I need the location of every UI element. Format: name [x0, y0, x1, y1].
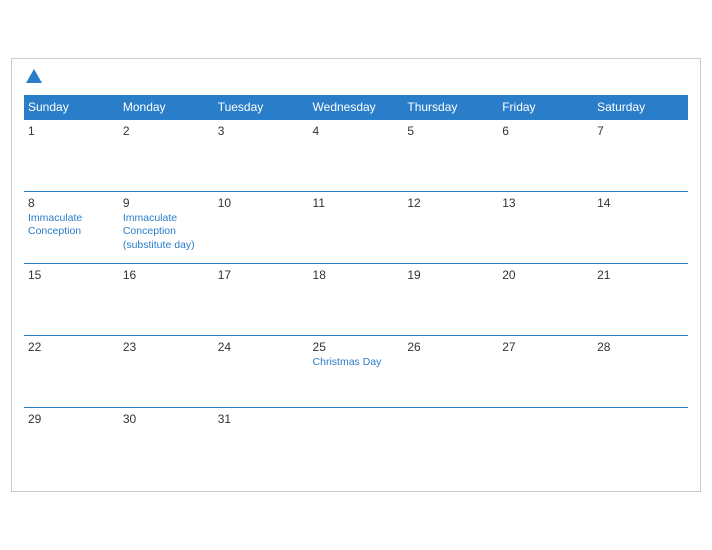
- day-number: 3: [218, 124, 305, 138]
- day-header-saturday: Saturday: [593, 95, 688, 120]
- day-number: 7: [597, 124, 684, 138]
- day-number: 13: [502, 196, 589, 210]
- day-number: 23: [123, 340, 210, 354]
- calendar-cell: 18: [309, 263, 404, 335]
- day-number: 12: [407, 196, 494, 210]
- calendar-cell: 10: [214, 191, 309, 263]
- calendar-cell: 13: [498, 191, 593, 263]
- calendar-cell: 7: [593, 119, 688, 191]
- calendar-cell: 16: [119, 263, 214, 335]
- day-number: 22: [28, 340, 115, 354]
- day-header-wednesday: Wednesday: [309, 95, 404, 120]
- calendar-container: SundayMondayTuesdayWednesdayThursdayFrid…: [11, 58, 701, 493]
- calendar-cell: 14: [593, 191, 688, 263]
- calendar-cell: 1: [24, 119, 119, 191]
- week-row-2: 8 Immaculate Conception 9 Immaculate Concep…: [24, 191, 688, 263]
- calendar-cell: 20: [498, 263, 593, 335]
- calendar-cell: [309, 407, 404, 479]
- calendar-cell: 11: [309, 191, 404, 263]
- day-number: 29: [28, 412, 115, 426]
- day-number: 11: [313, 196, 400, 210]
- logo: [24, 69, 42, 85]
- calendar-cell: 6: [498, 119, 593, 191]
- calendar-cell: 26: [403, 335, 498, 407]
- calendar-cell: 15: [24, 263, 119, 335]
- day-number: 15: [28, 268, 115, 282]
- day-header-sunday: Sunday: [24, 95, 119, 120]
- calendar-cell: 8 Immaculate Conception: [24, 191, 119, 263]
- holiday-label: Immaculate Conception (substitute day): [123, 212, 210, 253]
- day-number: 4: [313, 124, 400, 138]
- day-number: 5: [407, 124, 494, 138]
- day-number: 9: [123, 196, 210, 210]
- day-header-thursday: Thursday: [403, 95, 498, 120]
- calendar-cell: 30: [119, 407, 214, 479]
- calendar-cell: 9 Immaculate Conception (substitute day): [119, 191, 214, 263]
- week-row-3: 15 16 17 18 19 20 21: [24, 263, 688, 335]
- day-number: 10: [218, 196, 305, 210]
- calendar-cell: 28: [593, 335, 688, 407]
- day-header-friday: Friday: [498, 95, 593, 120]
- calendar-cell: 29: [24, 407, 119, 479]
- calendar-cell: [403, 407, 498, 479]
- calendar-cell: 22: [24, 335, 119, 407]
- day-number: 24: [218, 340, 305, 354]
- calendar-cell: 23: [119, 335, 214, 407]
- calendar-cell: 25 Christmas Day: [309, 335, 404, 407]
- day-header-monday: Monday: [119, 95, 214, 120]
- holiday-label: Christmas Day: [313, 356, 400, 370]
- day-number: 2: [123, 124, 210, 138]
- day-number: 30: [123, 412, 210, 426]
- calendar-cell: [593, 407, 688, 479]
- day-number: 18: [313, 268, 400, 282]
- day-number: 27: [502, 340, 589, 354]
- week-row-1: 1234567: [24, 119, 688, 191]
- day-number: 20: [502, 268, 589, 282]
- calendar-cell: 27: [498, 335, 593, 407]
- logo-triangle-icon: [26, 69, 42, 83]
- calendar-cell: 3: [214, 119, 309, 191]
- days-header-row: SundayMondayTuesdayWednesdayThursdayFrid…: [24, 95, 688, 120]
- day-number: 17: [218, 268, 305, 282]
- calendar-cell: [498, 407, 593, 479]
- holiday-label: Immaculate Conception: [28, 212, 115, 239]
- calendar-cell: 21: [593, 263, 688, 335]
- day-number: 31: [218, 412, 305, 426]
- week-row-5: 29 30 31: [24, 407, 688, 479]
- day-number: 25: [313, 340, 400, 354]
- day-number: 19: [407, 268, 494, 282]
- day-number: 26: [407, 340, 494, 354]
- calendar-grid: SundayMondayTuesdayWednesdayThursdayFrid…: [24, 95, 688, 480]
- day-number: 14: [597, 196, 684, 210]
- calendar-cell: 4: [309, 119, 404, 191]
- day-number: 21: [597, 268, 684, 282]
- day-header-tuesday: Tuesday: [214, 95, 309, 120]
- day-number: 28: [597, 340, 684, 354]
- day-number: 6: [502, 124, 589, 138]
- week-row-4: 22 23 24 25 Christmas Day 26 27 28: [24, 335, 688, 407]
- day-number: 1: [28, 124, 115, 138]
- day-number: 16: [123, 268, 210, 282]
- calendar-cell: 2: [119, 119, 214, 191]
- calendar-cell: 17: [214, 263, 309, 335]
- calendar-cell: 12: [403, 191, 498, 263]
- calendar-cell: 31: [214, 407, 309, 479]
- calendar-cell: 19: [403, 263, 498, 335]
- calendar-cell: 5: [403, 119, 498, 191]
- calendar-header: [24, 69, 688, 85]
- calendar-cell: 24: [214, 335, 309, 407]
- day-number: 8: [28, 196, 115, 210]
